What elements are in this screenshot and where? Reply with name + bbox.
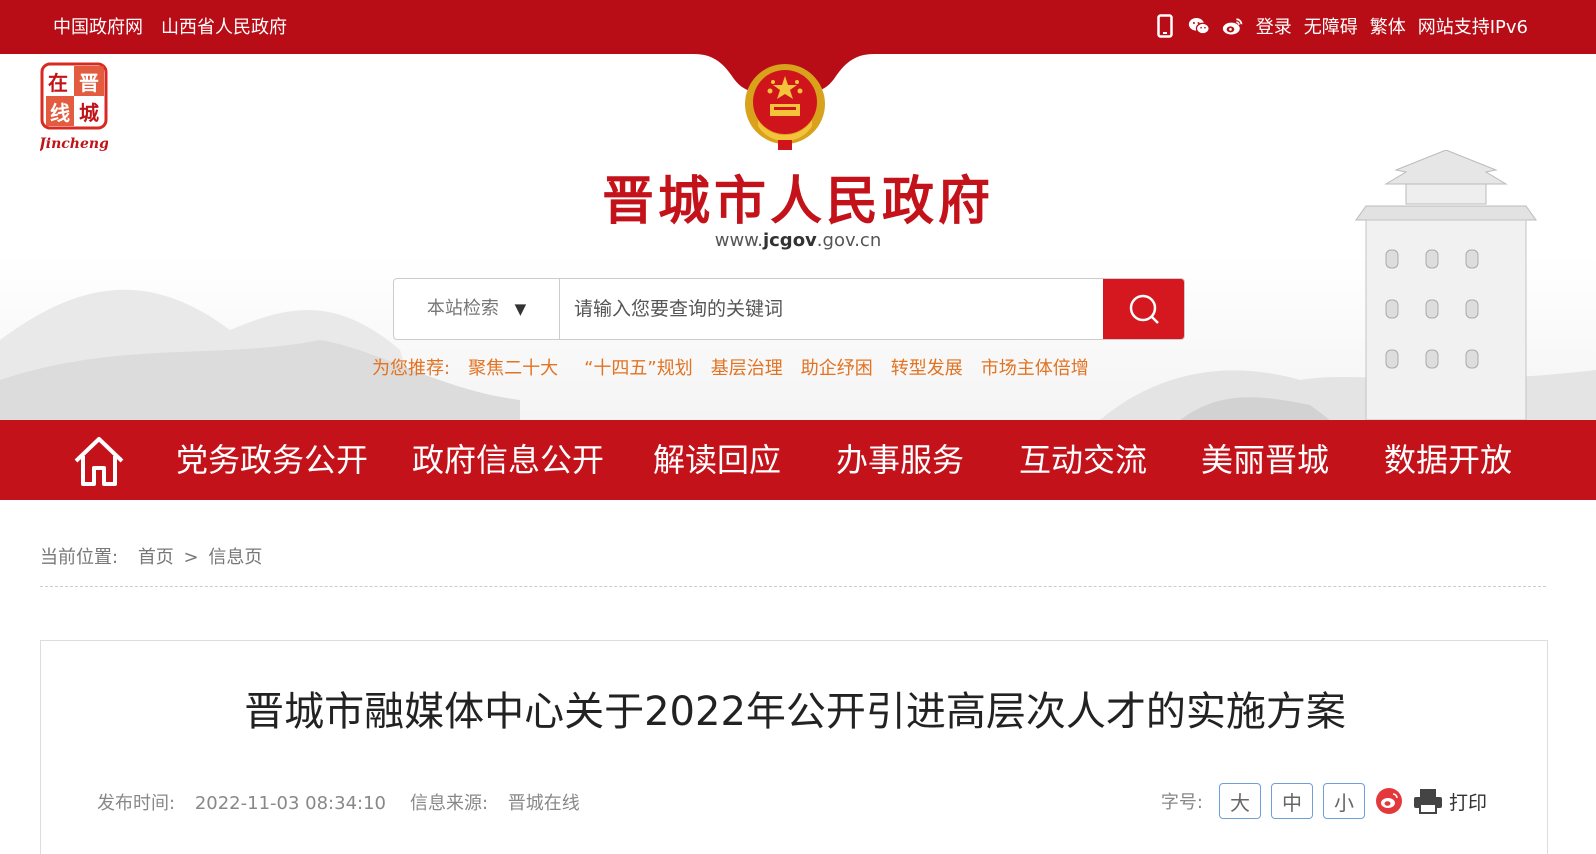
recommend-item[interactable]: 转型发展 [891,354,963,380]
font-size-medium-button[interactable]: 中 [1270,783,1313,819]
home-icon[interactable] [72,434,126,488]
search-icon [1129,294,1159,324]
top-links-left: 中国政府网 山西省人民政府 [53,13,287,39]
recommend-label: 为您推荐: [372,358,451,379]
breadcrumb-divider [40,586,1546,587]
font-size-label: 字号: [1160,792,1203,813]
header-banner: 在 晋 线 城 Jincheng 晋城市人民政府 www.jcgov.gov.c… [0,54,1596,420]
national-emblem-icon [745,64,825,150]
nav-item-services[interactable]: 办事服务 [836,442,964,478]
logo-char-3: 线 [50,101,70,125]
recommend-item[interactable]: 聚焦二十大 [468,354,558,380]
accessibility-link[interactable]: 无障碍 [1304,13,1358,39]
nav-item-open-data[interactable]: 数据开放 [1384,442,1512,478]
nav-item-interpretation[interactable]: 解读回应 [653,442,781,478]
breadcrumb: 当前位置: 首页 > 信息页 [40,543,262,569]
search-button[interactable] [1103,279,1184,339]
tower-illustration [1355,150,1537,420]
top-links-right: 登录 无障碍 繁体 网站支持IPv6 [1154,13,1528,39]
print-button[interactable]: 打印 [1413,788,1487,815]
search-input[interactable] [560,279,1100,339]
print-label: 打印 [1448,791,1487,814]
weibo-icon[interactable] [1222,14,1244,38]
nav-item-gov-info[interactable]: 政府信息公开 [412,442,604,478]
ipv6-link[interactable]: 网站支持IPv6 [1418,13,1528,39]
article-title: 晋城市融媒体中心关于2022年公开引进高层次人才的实施方案 [244,689,1346,735]
site-url-prefix: www. [714,230,763,251]
site-url-main: jcgov [762,230,817,251]
link-shanxi-gov[interactable]: 山西省人民政府 [161,13,287,39]
recommend-item[interactable]: “十四五”规划 [584,354,693,380]
traditional-chinese-link[interactable]: 繁体 [1370,13,1406,39]
login-link[interactable]: 登录 [1256,13,1292,39]
font-size-large-button[interactable]: 大 [1218,783,1261,819]
mobile-icon[interactable] [1154,14,1176,38]
nav-item-interaction[interactable]: 互动交流 [1019,442,1147,478]
breadcrumb-label: 当前位置: [40,547,119,568]
publish-time-label: 发布时间: [97,793,176,814]
top-bar: 中国政府网 山西省人民政府 登录 无障碍 繁体 网站支持IPv6 [0,0,1596,54]
nav-item-beautiful-jincheng[interactable]: 美丽晋城 [1201,442,1329,478]
site-url-suffix: .gov.cn [816,230,882,251]
search-scope-select[interactable]: 本站检索 ▼ [394,279,560,339]
breadcrumb-home[interactable]: 首页 [138,547,174,568]
breadcrumb-separator: > [183,547,199,568]
source-value: 晋城在线 [507,793,580,814]
nav-item-party-affairs[interactable]: 党务政务公开 [176,442,368,478]
recommend-item[interactable]: 基层治理 [711,354,783,380]
main-nav: 党务政务公开 政府信息公开 解读回应 办事服务 互动交流 美丽晋城 数据开放 [0,420,1596,500]
search-bar: 本站检索 ▼ [393,278,1185,340]
recommend-links: 为您推荐: 聚焦二十大 “十四五”规划 基层治理 助企纾困 转型发展 市场主体倍… [372,354,1089,380]
logo-char-4: 城 [79,101,99,125]
breadcrumb-current: 信息页 [208,547,263,568]
logo-char-2: 晋 [79,71,99,95]
printer-icon [1413,789,1442,814]
recommend-item[interactable]: 助企纾困 [801,354,873,380]
wechat-icon[interactable] [1188,14,1210,38]
jincheng-online-logo[interactable]: 在 晋 线 城 Jincheng [40,60,108,152]
logo-char-1: 在 [48,71,68,95]
weibo-share-icon[interactable] [1375,787,1403,815]
article-tools: 字号: 大 中 小 打印 [1161,783,1487,819]
publish-time: 2022-11-03 08:34:10 [194,793,386,814]
recommend-item[interactable]: 市场主体倍增 [981,354,1089,380]
font-size-small-button[interactable]: 小 [1322,783,1365,819]
source-label: 信息来源: [409,793,489,814]
search-scope-label: 本站检索 [426,298,499,319]
chevron-down-icon: ▼ [514,300,527,318]
article-panel: 晋城市融媒体中心关于2022年公开引进高层次人才的实施方案 发布时间: 2022… [40,640,1548,854]
article-meta: 发布时间: 2022-11-03 08:34:10 信息来源: 晋城在线 [97,789,580,815]
logo-caption: Jincheng [40,136,108,152]
link-china-gov[interactable]: 中国政府网 [53,13,143,39]
